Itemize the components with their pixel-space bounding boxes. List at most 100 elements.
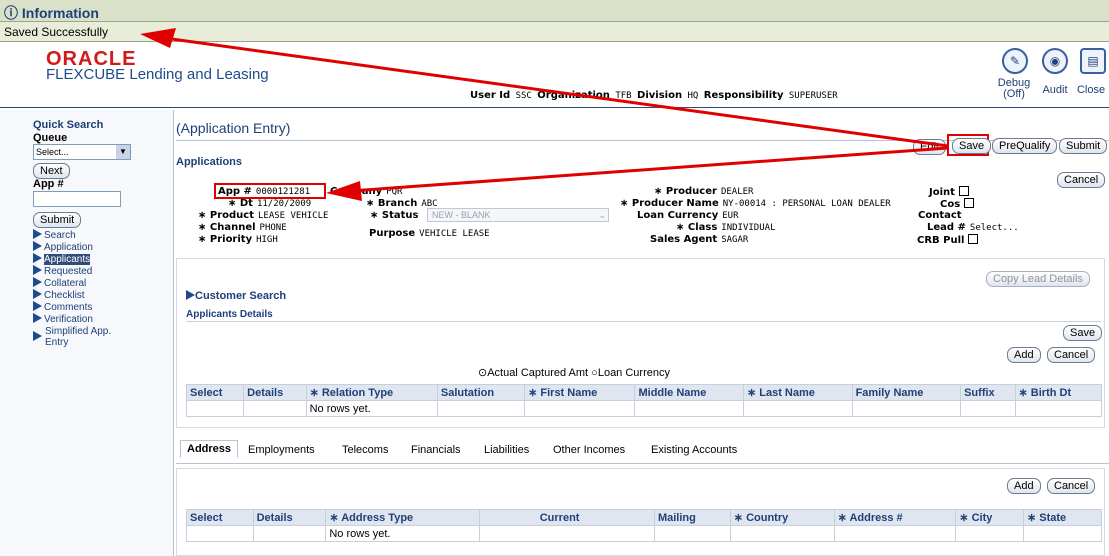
sidebar-item-verification[interactable]: Verification bbox=[33, 313, 93, 325]
sidebar-item-collateral[interactable]: Collateral bbox=[33, 277, 86, 289]
debug-label[interactable]: Debug (Off) bbox=[990, 78, 1038, 100]
column-header[interactable]: ∗ Country bbox=[729, 509, 835, 526]
tab-employments[interactable]: Employments bbox=[248, 444, 315, 456]
column-header[interactable]: ∗ Address Type bbox=[325, 509, 480, 526]
required-marker: ∗ bbox=[228, 198, 240, 209]
chevron-down-icon: ⌄ bbox=[598, 210, 606, 220]
cos-checkbox[interactable] bbox=[964, 198, 975, 208]
close-label[interactable]: Close bbox=[1074, 84, 1108, 96]
required-marker: ∗ bbox=[198, 210, 210, 221]
applicants-add-button[interactable]: Add bbox=[1007, 347, 1041, 363]
tab-address[interactable]: Address bbox=[180, 440, 239, 458]
field-value: HIGH bbox=[256, 235, 278, 245]
saved-message: Saved Successfully bbox=[4, 25, 109, 39]
chevron-down-icon[interactable]: ▼ bbox=[116, 145, 130, 159]
tab-financials[interactable]: Financials bbox=[411, 444, 461, 456]
user-info-line: User Id SSC Organization TFB Division HQ… bbox=[470, 90, 838, 101]
field-label: Class bbox=[687, 222, 718, 233]
status-select[interactable]: NEW - BLANK ⌄ bbox=[427, 208, 609, 222]
sidebar-item-search[interactable]: Search bbox=[33, 229, 76, 241]
address-cancel-button[interactable]: Cancel bbox=[1047, 478, 1096, 494]
field-label: Branch bbox=[377, 198, 418, 209]
column-header[interactable]: ∗ Birth Dt bbox=[1014, 384, 1103, 401]
producer-name-field: ∗ Producer Name NY-00014 : PERSONAL LOAN … bbox=[620, 198, 891, 209]
lead-field: Lead # Select... bbox=[927, 222, 1019, 233]
column-header[interactable]: Salutation bbox=[436, 384, 526, 401]
radio-unselected-icon[interactable]: ○ bbox=[591, 367, 598, 379]
table-cell bbox=[653, 525, 731, 542]
close-icon[interactable]: ▤ bbox=[1080, 48, 1106, 74]
column-header[interactable]: ∗ State bbox=[1022, 509, 1103, 526]
tab-telecoms[interactable]: Telecoms bbox=[342, 444, 388, 456]
field-label: Dt bbox=[239, 198, 253, 209]
column-header[interactable]: ∗ First Name bbox=[524, 384, 636, 401]
column-header[interactable]: ∗ City bbox=[955, 509, 1024, 526]
sidebar-submit-button[interactable]: Submit bbox=[33, 212, 82, 228]
applicants-cancel-button[interactable]: Cancel bbox=[1047, 347, 1096, 363]
field-label: CRB Pull bbox=[917, 235, 965, 246]
joint-checkbox[interactable] bbox=[958, 186, 969, 196]
sidebar-item-label: Comments bbox=[44, 302, 93, 313]
table-cell bbox=[1014, 400, 1103, 417]
audit-icon[interactable]: ◉ bbox=[1042, 48, 1068, 74]
currency-radio-group: ⊙Actual Captured Amt ○Loan Currency bbox=[478, 366, 670, 379]
next-button[interactable]: Next bbox=[33, 163, 70, 179]
cos-field: Cos bbox=[940, 198, 975, 210]
cancel-button[interactable]: Cancel bbox=[1057, 172, 1106, 188]
lead-select[interactable]: Select... bbox=[970, 223, 1019, 233]
save-button[interactable]: Save bbox=[952, 138, 992, 154]
column-header[interactable]: Middle Name bbox=[634, 384, 744, 401]
app-header: ORACLE FLEXCUBE Lending and Leasing User… bbox=[0, 42, 1109, 108]
responsibility-label: Responsibility bbox=[703, 90, 784, 101]
field-value: VEHICLE LEASE bbox=[419, 229, 490, 239]
sidebar-item-checklist[interactable]: Checklist bbox=[33, 289, 85, 301]
field-label: Sales Agent bbox=[650, 234, 718, 245]
triangle-right-icon bbox=[33, 229, 42, 239]
column-header[interactable]: Current bbox=[478, 509, 655, 526]
tab-liabilities[interactable]: Liabilities bbox=[484, 444, 529, 456]
quick-search-sidebar: Quick Search Queue Select... ▼ Next App … bbox=[0, 110, 174, 556]
sidebar-item-application[interactable]: Application bbox=[33, 241, 93, 253]
triangle-right-icon bbox=[33, 253, 42, 263]
column-header[interactable]: Family Name bbox=[851, 384, 962, 401]
field-label: Product bbox=[209, 210, 254, 221]
status-field: ∗ Status bbox=[370, 210, 418, 221]
field-label: Priority bbox=[209, 234, 253, 245]
company-field: Company PQR bbox=[330, 186, 402, 197]
app-number-input[interactable] bbox=[33, 191, 121, 207]
radio-selected-icon[interactable]: ⊙ bbox=[478, 367, 487, 379]
table-cell bbox=[634, 400, 744, 417]
field-value: NY-00014 : PERSONAL LOAN DEALER bbox=[722, 199, 891, 209]
applicants-save-button[interactable]: Save bbox=[1063, 325, 1103, 341]
app-number-label: App # bbox=[33, 178, 64, 190]
crb-pull-checkbox[interactable] bbox=[968, 234, 979, 244]
tab-other-incomes[interactable]: Other Incomes bbox=[553, 444, 625, 456]
sidebar-item-simplified-entry[interactable]: Simplified App. Entry bbox=[33, 326, 111, 348]
sidebar-item-comments[interactable]: Comments bbox=[33, 301, 92, 313]
edit-button[interactable]: Edit bbox=[913, 139, 946, 155]
queue-select[interactable]: Select... ▼ bbox=[33, 144, 131, 160]
debug-icon[interactable]: ✎ bbox=[1002, 48, 1028, 74]
audit-label[interactable]: Audit bbox=[1036, 84, 1074, 96]
field-label: Company bbox=[330, 186, 383, 197]
customer-search-link[interactable]: Customer Search bbox=[186, 290, 286, 302]
submit-button[interactable]: Submit bbox=[1059, 138, 1108, 154]
column-header[interactable]: Mailing bbox=[653, 509, 731, 526]
tab-existing-accounts[interactable]: Existing Accounts bbox=[651, 444, 737, 456]
triangle-right-icon bbox=[33, 265, 42, 275]
arrow-to-app-number bbox=[335, 146, 949, 194]
address-add-button[interactable]: Add bbox=[1007, 478, 1041, 494]
field-value: PQR bbox=[386, 187, 403, 197]
column-header[interactable]: ∗ Relation Type bbox=[305, 384, 438, 401]
column-header[interactable]: ∗ Last Name bbox=[742, 384, 853, 401]
copy-lead-details-button[interactable]: Copy Lead Details bbox=[986, 271, 1090, 287]
table-cell bbox=[851, 400, 962, 417]
sidebar-item-requested[interactable]: Requested bbox=[33, 265, 92, 277]
sidebar-item-applicants[interactable]: Applicants bbox=[33, 253, 91, 265]
status-value: NEW - BLANK bbox=[432, 210, 491, 220]
column-header[interactable]: Suffix bbox=[960, 384, 1016, 401]
field-label: Producer bbox=[665, 186, 717, 197]
table-cell bbox=[186, 525, 254, 542]
column-header[interactable]: ∗ Address # bbox=[833, 509, 957, 526]
prequalify-button[interactable]: PreQualify bbox=[992, 138, 1058, 154]
